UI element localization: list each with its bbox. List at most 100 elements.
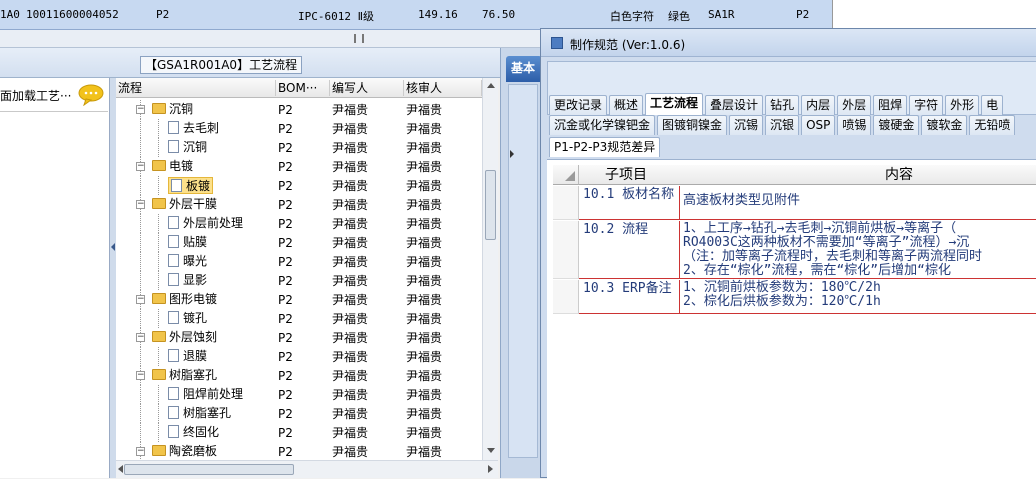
tree-step-node[interactable]: 沉铜 (168, 139, 207, 156)
dialog-tab[interactable]: 叠层设计 (705, 95, 764, 115)
splitter-grip-icon[interactable] (354, 34, 364, 43)
col-header-flow[interactable]: 流程 (116, 80, 276, 96)
tree-step-node[interactable]: 曝光 (168, 253, 207, 270)
reviewer-cell: 尹福贵 (406, 407, 443, 421)
col-header-bom[interactable]: BOM··· (276, 80, 330, 96)
expand-arrow-icon[interactable] (510, 150, 514, 158)
dialog-tab[interactable]: 外层 (837, 95, 872, 115)
dialog-tab[interactable]: 更改记录 (549, 95, 608, 115)
grid-selected-row[interactable]: 1A0 10011600004052 P2 IPC-6012 Ⅱ级 149.16… (0, 0, 832, 30)
tree-step-node[interactable]: 阻焊前处理 (168, 386, 243, 403)
dialog-tab[interactable]: 沉锡 (729, 115, 764, 135)
tree-folder-node[interactable]: 陶瓷磨板 (152, 443, 217, 460)
tree-row[interactable]: 去毛刺 P2 尹福贵 尹福贵 (116, 119, 482, 138)
spec-row[interactable]: 10.2 流程 1、上工序→钻孔→去毛刺→沉铜前烘板→等离子（ RO4003C这两种… (579, 221, 1036, 279)
tree-step-node[interactable]: 镀孔 (168, 310, 207, 327)
tree-folder-node[interactable]: 沉铜 (152, 101, 193, 118)
tree-step-node[interactable]: 显影 (168, 272, 207, 289)
dialog-tab[interactable]: 喷锡 (837, 115, 872, 135)
row-header[interactable] (553, 221, 579, 279)
col-header-reviewer[interactable]: 核审人 (404, 80, 482, 96)
h-scroll-thumb[interactable] (124, 464, 294, 475)
tree-step-node[interactable]: 贴膜 (168, 234, 207, 251)
dialog-tab[interactable]: 镀硬金 (873, 115, 920, 135)
dialog-tab[interactable]: 镀软金 (921, 115, 968, 135)
collapse-toggle-icon[interactable]: − (136, 105, 145, 114)
dialog-tab[interactable]: 概述 (609, 95, 644, 115)
dialog-tab[interactable]: 阻焊 (873, 95, 908, 115)
tree-row[interactable]: 树脂塞孔 P2 尹福贵 尹福贵 (116, 404, 482, 423)
tree-row[interactable]: 退膜 P2 尹福贵 尹福贵 (116, 347, 482, 366)
tree-row[interactable]: − 陶瓷磨板 P2 尹福贵 尹福贵 (116, 442, 482, 460)
tree-row[interactable]: 贴膜 P2 尹福贵 尹福贵 (116, 233, 482, 252)
dialog-tab[interactable]: 无铅喷 (969, 115, 1016, 135)
tree-row[interactable]: 终固化 P2 尹福贵 尹福贵 (116, 423, 482, 442)
spec-row[interactable]: 10.3 ERP备注 1、沉铜前烘板参数为：180℃/2h 2、棕化后烘板参数为：1… (579, 280, 1036, 314)
basic-tab[interactable]: 基本 (506, 56, 542, 82)
tree-folder-node[interactable]: 图形电镀 (152, 291, 217, 308)
dialog-titlebar[interactable]: 制作规范 (Ver:1.0.6) (541, 29, 1036, 57)
tree-step-node[interactable]: 板镀 (168, 177, 214, 194)
dialog-tab[interactable]: OSP (801, 115, 836, 135)
tree-vertical-scrollbar[interactable] (482, 78, 498, 460)
tree-row[interactable]: 外层前处理 P2 尹福贵 尹福贵 (116, 214, 482, 233)
col-header-writer[interactable]: 编写人 (330, 80, 404, 96)
tree-step-node[interactable]: 去毛刺 (168, 120, 219, 137)
dialog-tab[interactable]: 沉银 (765, 115, 800, 135)
tree-row[interactable]: − 树脂塞孔 P2 尹福贵 尹福贵 (116, 366, 482, 385)
tree-guide-line (140, 309, 141, 328)
tree-row[interactable]: 沉铜 P2 尹福贵 尹福贵 (116, 138, 482, 157)
tree-step-node[interactable]: 终固化 (168, 424, 219, 441)
collapse-toggle-icon[interactable]: − (136, 333, 145, 342)
scroll-thumb[interactable] (485, 170, 496, 240)
collapse-toggle-icon[interactable]: − (136, 200, 145, 209)
tree-row[interactable]: − 图形电镀 P2 尹福贵 尹福贵 (116, 290, 482, 309)
tree-row[interactable]: 阻焊前处理 P2 尹福贵 尹福贵 (116, 385, 482, 404)
table-corner[interactable] (553, 165, 579, 185)
tree-row[interactable]: 板镀 P2 尹福贵 尹福贵 (116, 176, 482, 195)
scroll-right-icon[interactable] (488, 465, 493, 473)
dialog-tab[interactable]: 内层 (801, 95, 836, 115)
tree-step-node[interactable]: 退膜 (168, 348, 207, 365)
collapse-toggle-icon[interactable]: − (136, 371, 145, 380)
load-process-label[interactable]: 面加载工艺··· (0, 87, 71, 104)
dialog-tab[interactable]: 沉金或化学镍钯金 (549, 115, 656, 135)
tree-step-node[interactable]: 外层前处理 (168, 215, 243, 232)
writer-cell: 尹福贵 (332, 331, 369, 345)
tree-row[interactable]: 显影 P2 尹福贵 尹福贵 (116, 271, 482, 290)
collapse-toggle-icon[interactable]: − (136, 162, 145, 171)
dialog-tab[interactable]: 电 (981, 95, 1004, 115)
dialog-tab[interactable]: 图镀铜镍金 (657, 115, 728, 135)
chat-bubble-icon[interactable] (78, 84, 104, 106)
tree-horizontal-scrollbar[interactable] (116, 460, 498, 478)
spec-item: 10.2 流程 (583, 222, 649, 237)
tree-folder-node[interactable]: 外层蚀刻 (152, 329, 217, 346)
tree-folder-node[interactable]: 树脂塞孔 (152, 367, 217, 384)
dialog-tab[interactable]: 外形 (945, 95, 980, 115)
row-header[interactable] (553, 186, 579, 220)
dialog-tab[interactable]: 字符 (909, 95, 944, 115)
row-id: 1A0 (0, 8, 20, 21)
tree-row[interactable]: − 电镀 P2 尹福贵 尹福贵 (116, 157, 482, 176)
tree-row[interactable]: − 外层干膜 P2 尹福贵 尹福贵 (116, 195, 482, 214)
column-divider (679, 186, 680, 219)
scroll-left-icon[interactable] (118, 465, 123, 473)
collapse-toggle-icon[interactable]: − (136, 447, 145, 456)
dialog-tab[interactable]: P1-P2-P3规范差异 (549, 137, 661, 157)
dialog-tab[interactable]: 钻孔 (765, 95, 800, 115)
row-header[interactable] (553, 280, 579, 314)
tree-folder-node[interactable]: 外层干膜 (152, 196, 217, 213)
tree-row[interactable]: − 外层蚀刻 P2 尹福贵 尹福贵 (116, 328, 482, 347)
collapse-toggle-icon[interactable]: − (136, 295, 145, 304)
spec-row[interactable]: 10.1 板材名称 高速板材类型见附件 (579, 186, 1036, 220)
tree-row[interactable]: − 沉铜 P2 尹福贵 尹福贵 (116, 100, 482, 119)
dialog-tab[interactable]: 工艺流程 (645, 93, 704, 115)
tree-step-node[interactable]: 树脂塞孔 (168, 405, 231, 422)
tree-folder-node[interactable]: 电镀 (152, 158, 193, 175)
collapse-left-icon[interactable] (111, 243, 115, 251)
splitter-bar[interactable] (0, 30, 540, 48)
tree-row[interactable]: 曝光 P2 尹福贵 尹福贵 (116, 252, 482, 271)
scroll-up-icon[interactable] (487, 83, 495, 88)
tree-row[interactable]: 镀孔 P2 尹福贵 尹福贵 (116, 309, 482, 328)
scroll-down-icon[interactable] (487, 448, 495, 453)
